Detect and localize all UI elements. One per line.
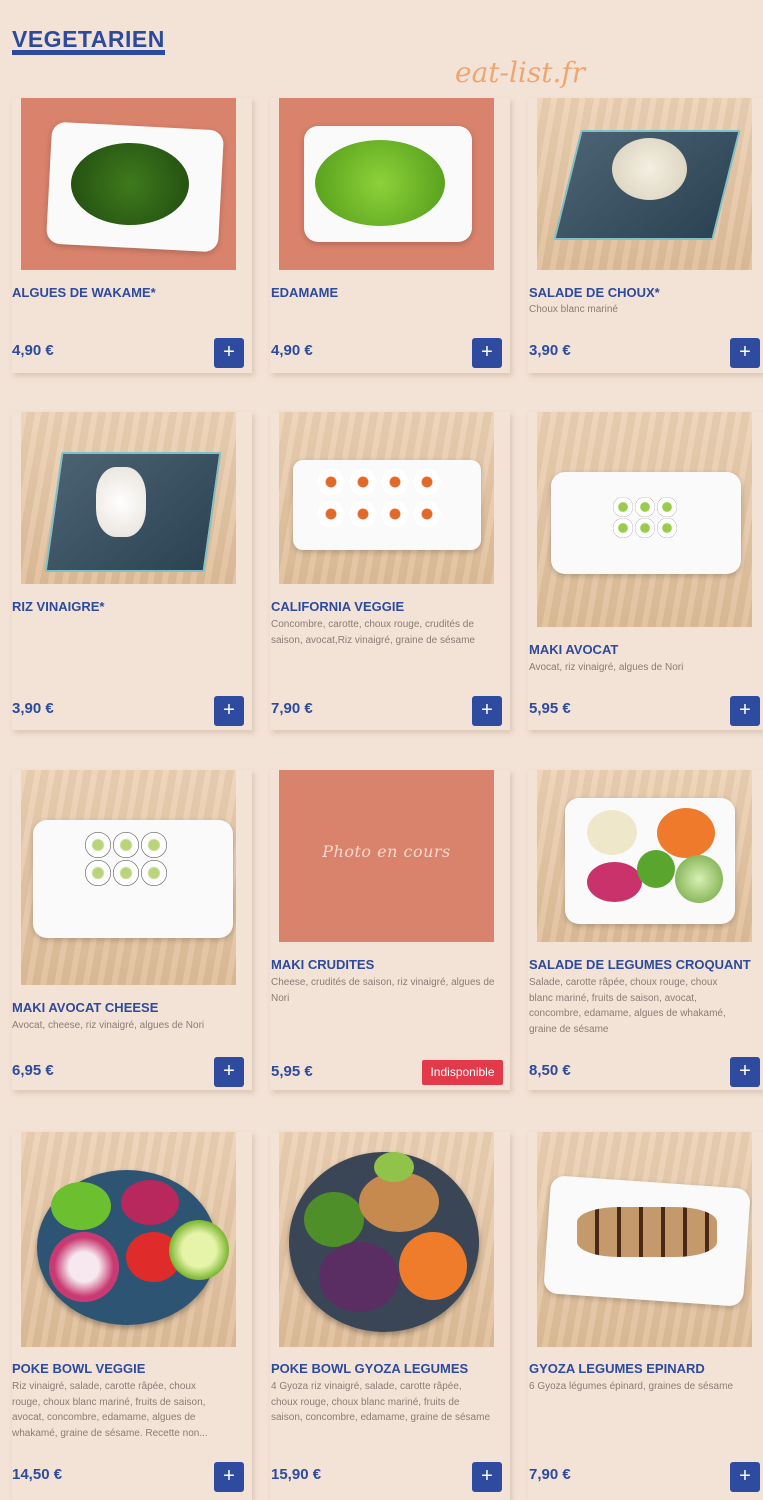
- placeholder-photo-text: Photo en cours: [322, 842, 451, 861]
- product-image: [537, 1132, 752, 1347]
- watermark-logo: eat-list.fr: [455, 56, 586, 89]
- item-description: Salade, carotte râpée, choux rouge, chou…: [529, 977, 726, 1035]
- item-price: 7,90 €: [271, 700, 313, 717]
- item-name: EDAMAME: [271, 285, 339, 300]
- item-name: CALIFORNIA VEGGIE: [271, 599, 405, 614]
- item-name: SALADE DE CHOUX*: [529, 285, 660, 300]
- item-description: Choux blanc mariné: [529, 304, 618, 315]
- menu-card-gyoza-epinard[interactable]: [528, 1132, 763, 1500]
- menu-card-salade-choux[interactable]: [528, 98, 763, 373]
- item-description: Cheese, crudités de saison, riz vinaigré…: [271, 977, 495, 1004]
- add-to-cart-button[interactable]: +: [472, 338, 502, 368]
- menu-card-salade-legumes[interactable]: [528, 770, 763, 1090]
- product-image: [279, 1132, 494, 1347]
- add-to-cart-button[interactable]: +: [214, 338, 244, 368]
- item-name: POKE BOWL VEGGIE: [12, 1361, 146, 1376]
- product-image: [537, 770, 752, 942]
- add-to-cart-button[interactable]: +: [472, 696, 502, 726]
- add-to-cart-button[interactable]: +: [730, 696, 760, 726]
- item-price: 7,90 €: [529, 1466, 571, 1483]
- menu-card-california-veggie[interactable]: [270, 412, 510, 730]
- item-price: 15,90 €: [271, 1466, 322, 1483]
- product-image: [279, 412, 494, 584]
- item-name: GYOZA LEGUMES EPINARD: [529, 1361, 705, 1376]
- menu-card-maki-crudites[interactable]: Photo en cours: [270, 770, 510, 1090]
- product-image: [21, 98, 236, 270]
- item-name: MAKI CRUDITES: [271, 957, 375, 972]
- unavailable-badge: Indisponible: [422, 1060, 503, 1085]
- item-price: 5,95 €: [529, 700, 571, 717]
- product-image: [21, 412, 236, 584]
- item-description: Avocat, cheese, riz vinaigré, algues de …: [12, 1020, 205, 1031]
- menu-card-edamame[interactable]: [270, 98, 510, 373]
- add-to-cart-button[interactable]: +: [730, 338, 760, 368]
- item-name: MAKI AVOCAT: [529, 642, 619, 657]
- item-price: 4,90 €: [12, 342, 54, 359]
- menu-card-poke-bowl-veggie[interactable]: [12, 1132, 252, 1500]
- add-to-cart-button[interactable]: +: [214, 1057, 244, 1087]
- menu-card-wakame[interactable]: [12, 98, 252, 373]
- add-to-cart-button[interactable]: +: [730, 1057, 760, 1087]
- item-price: 6,95 €: [12, 1062, 54, 1079]
- item-description: Riz vinaigré, salade, carotte râpée, cho…: [12, 1381, 208, 1439]
- item-price: 3,90 €: [12, 700, 54, 717]
- item-price: 3,90 €: [529, 342, 571, 359]
- item-name: RIZ VINAIGRE*: [12, 599, 105, 614]
- item-price: 4,90 €: [271, 342, 313, 359]
- item-price: 5,95 €: [271, 1063, 313, 1080]
- item-price: 14,50 €: [12, 1466, 63, 1483]
- menu-card-maki-avocat[interactable]: [528, 412, 763, 730]
- menu-card-maki-avocat-cheese[interactable]: [12, 770, 252, 1090]
- item-name: SALADE DE LEGUMES CROQUANT: [529, 957, 751, 972]
- item-name: MAKI AVOCAT CHEESE: [12, 1000, 159, 1015]
- add-to-cart-button[interactable]: +: [472, 1462, 502, 1492]
- product-image: [279, 98, 494, 270]
- item-name: POKE BOWL GYOZA LEGUMES: [271, 1361, 469, 1376]
- product-image: [21, 770, 236, 985]
- add-to-cart-button[interactable]: +: [214, 696, 244, 726]
- menu-card-riz-vinaigre[interactable]: [12, 412, 252, 730]
- item-description: Avocat, riz vinaigré, algues de Nori: [529, 662, 684, 673]
- product-image-placeholder: Photo en cours: [279, 770, 494, 942]
- section-title: VEGETARIEN: [12, 28, 165, 55]
- product-image: [21, 1132, 236, 1347]
- product-image: [537, 98, 752, 270]
- item-price: 8,50 €: [529, 1062, 571, 1079]
- add-to-cart-button[interactable]: +: [730, 1462, 760, 1492]
- item-name: ALGUES DE WAKAME*: [12, 285, 156, 300]
- item-description: Concombre, carotte, choux rouge, crudité…: [271, 619, 475, 646]
- item-description: 6 Gyoza légumes épinard, graines de sésa…: [529, 1381, 734, 1392]
- menu-card-poke-bowl-gyoza[interactable]: [270, 1132, 510, 1500]
- product-image: [537, 412, 752, 627]
- item-description: 4 Gyoza riz vinaigré, salade, carotte râ…: [271, 1381, 491, 1423]
- add-to-cart-button[interactable]: +: [214, 1462, 244, 1492]
